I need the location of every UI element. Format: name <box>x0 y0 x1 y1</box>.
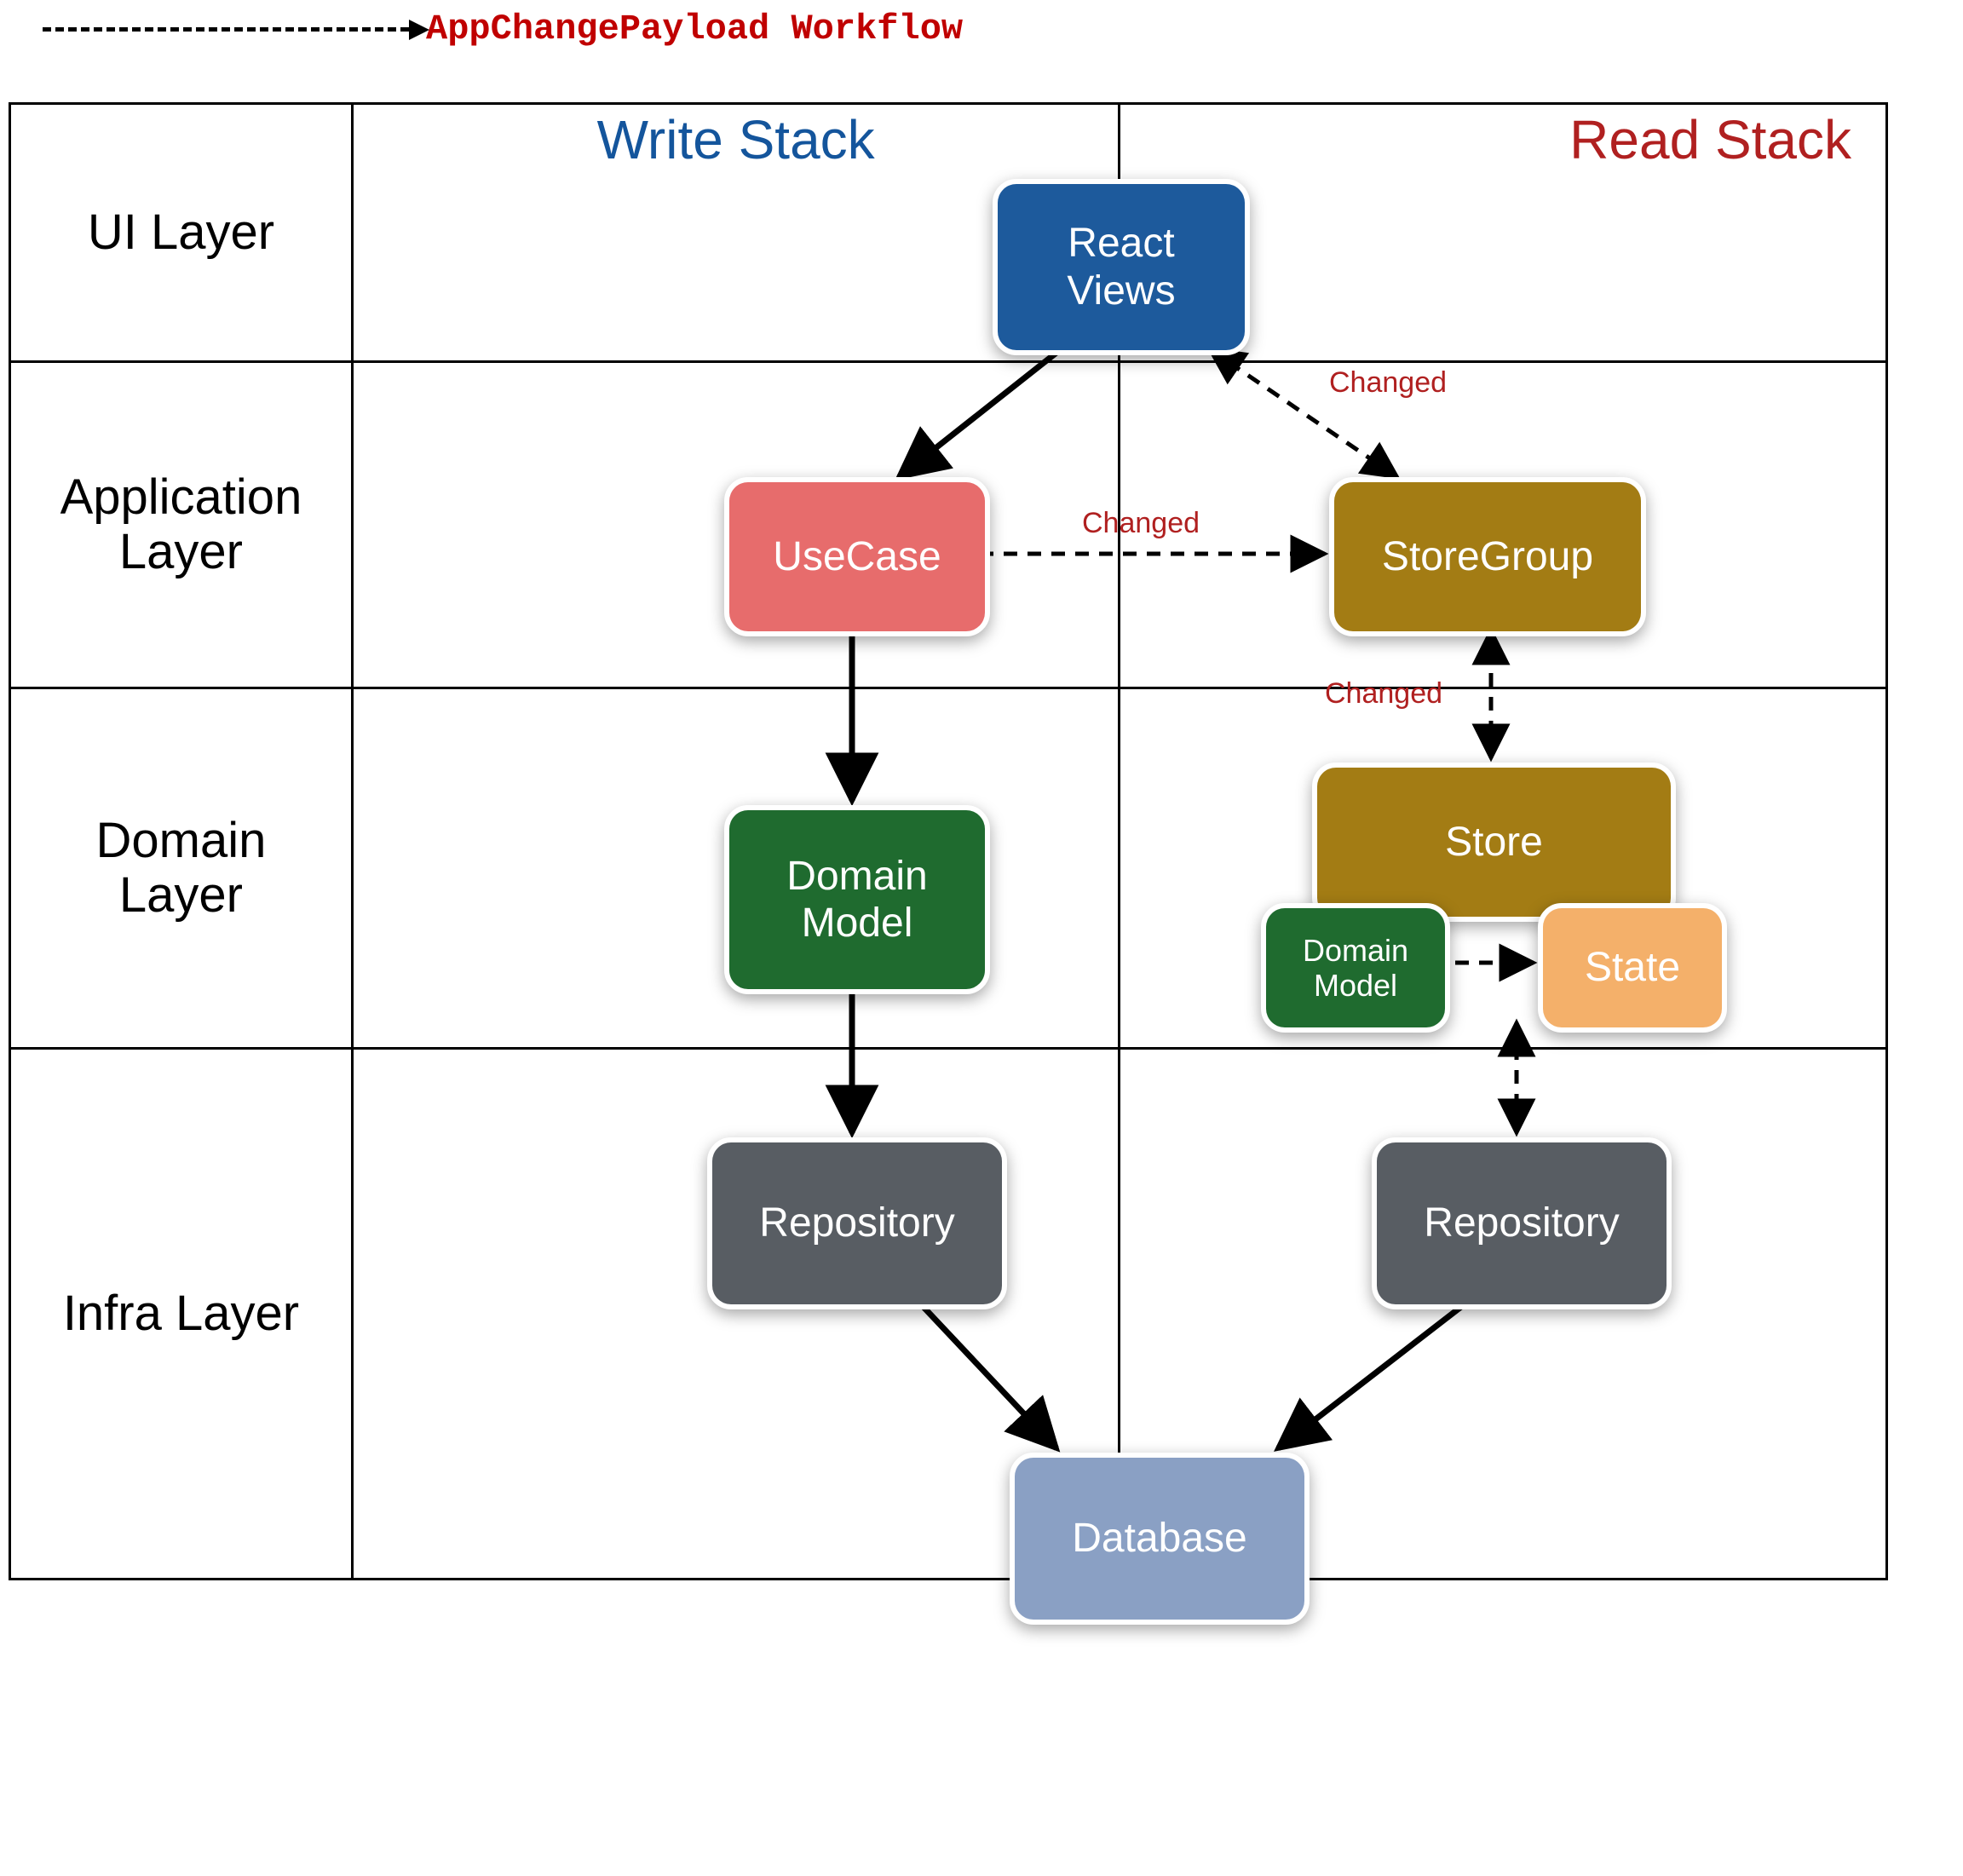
node-label: Domain Model <box>1266 908 1445 1027</box>
node-domain-model-small: Domain Model <box>1261 903 1450 1033</box>
node-label: Store <box>1317 768 1671 917</box>
node-usecase: UseCase <box>724 477 990 636</box>
layer-label-ui: UI Layer <box>11 105 354 360</box>
node-repository-left: Repository <box>707 1137 1007 1309</box>
node-react-views: React Views <box>993 179 1250 355</box>
node-label: Repository <box>1377 1142 1667 1304</box>
edge-label-usecase-storegroup: Changed <box>1082 507 1200 540</box>
node-storegroup: StoreGroup <box>1329 477 1646 636</box>
write-stack-header: Write Stack <box>354 108 1119 171</box>
read-stack-header: Read Stack <box>1569 108 1851 171</box>
node-label: Domain Model <box>729 810 985 989</box>
layer-label-infra: Infra Layer <box>11 1050 354 1578</box>
legend-label: AppChangePayload Workflow <box>426 9 963 49</box>
edge-label-storegroup-views: Changed <box>1329 366 1447 400</box>
diagram-canvas: AppChangePayload Workflow UI Layer Write… <box>0 0 1963 1876</box>
layer-label-application: Application Layer <box>11 363 354 687</box>
edge-label-store-storegroup: Changed <box>1325 677 1442 711</box>
node-store: Store <box>1312 762 1676 922</box>
legend-arrow-icon <box>43 27 409 32</box>
node-label: Database <box>1015 1458 1304 1620</box>
layer-label-domain: Domain Layer <box>11 689 354 1047</box>
node-database: Database <box>1010 1453 1310 1625</box>
legend: AppChangePayload Workflow <box>43 9 963 49</box>
node-label: State <box>1543 908 1722 1027</box>
node-label: UseCase <box>729 482 985 631</box>
row-ui: UI Layer Write Stack Read Stack <box>11 105 1885 363</box>
node-repository-right: Repository <box>1372 1137 1672 1309</box>
node-domain-model: Domain Model <box>724 805 990 994</box>
row-infra: Infra Layer <box>11 1050 1885 1578</box>
node-label: React Views <box>998 184 1245 350</box>
node-label: Repository <box>712 1142 1002 1304</box>
cell-infra-write <box>354 1050 1121 1578</box>
node-state: State <box>1538 903 1727 1033</box>
node-label: StoreGroup <box>1334 482 1641 631</box>
